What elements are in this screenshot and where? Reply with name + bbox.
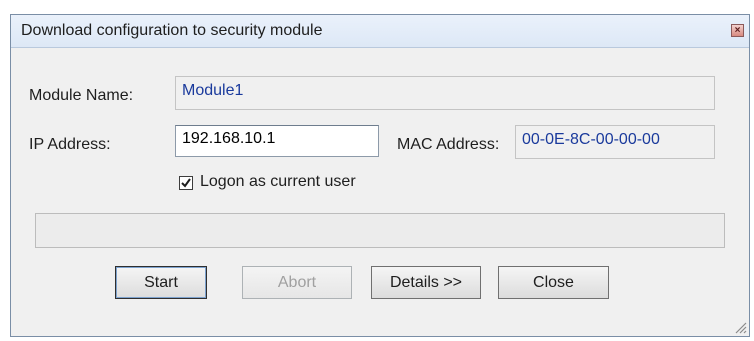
window-title: Download configuration to security modul… [21, 22, 323, 39]
ip-address-label: IP Address: [29, 136, 111, 153]
close-button[interactable]: Close [498, 266, 609, 299]
checkmark-icon [181, 178, 191, 188]
mac-address-field: 00-0E-8C-00-00-00 [515, 125, 715, 159]
start-button[interactable]: Start [115, 266, 207, 299]
details-button[interactable]: Details >> [371, 266, 481, 299]
logon-checkbox-label[interactable]: Logon as current user [200, 173, 356, 191]
resize-grip-icon[interactable] [731, 318, 747, 334]
title-bar[interactable]: Download configuration to security modul… [11, 15, 749, 48]
module-name-label: Module Name: [29, 87, 134, 104]
abort-button[interactable]: Abort [242, 266, 352, 299]
download-dialog: Download configuration to security modul… [10, 14, 750, 337]
mac-address-label: MAC Address: [397, 136, 500, 153]
close-icon[interactable]: × [731, 24, 744, 37]
progress-bar [35, 213, 725, 248]
module-name-field: Module1 [175, 76, 715, 110]
ip-address-input[interactable]: 192.168.10.1 [175, 125, 379, 157]
logon-checkbox[interactable] [179, 176, 193, 190]
